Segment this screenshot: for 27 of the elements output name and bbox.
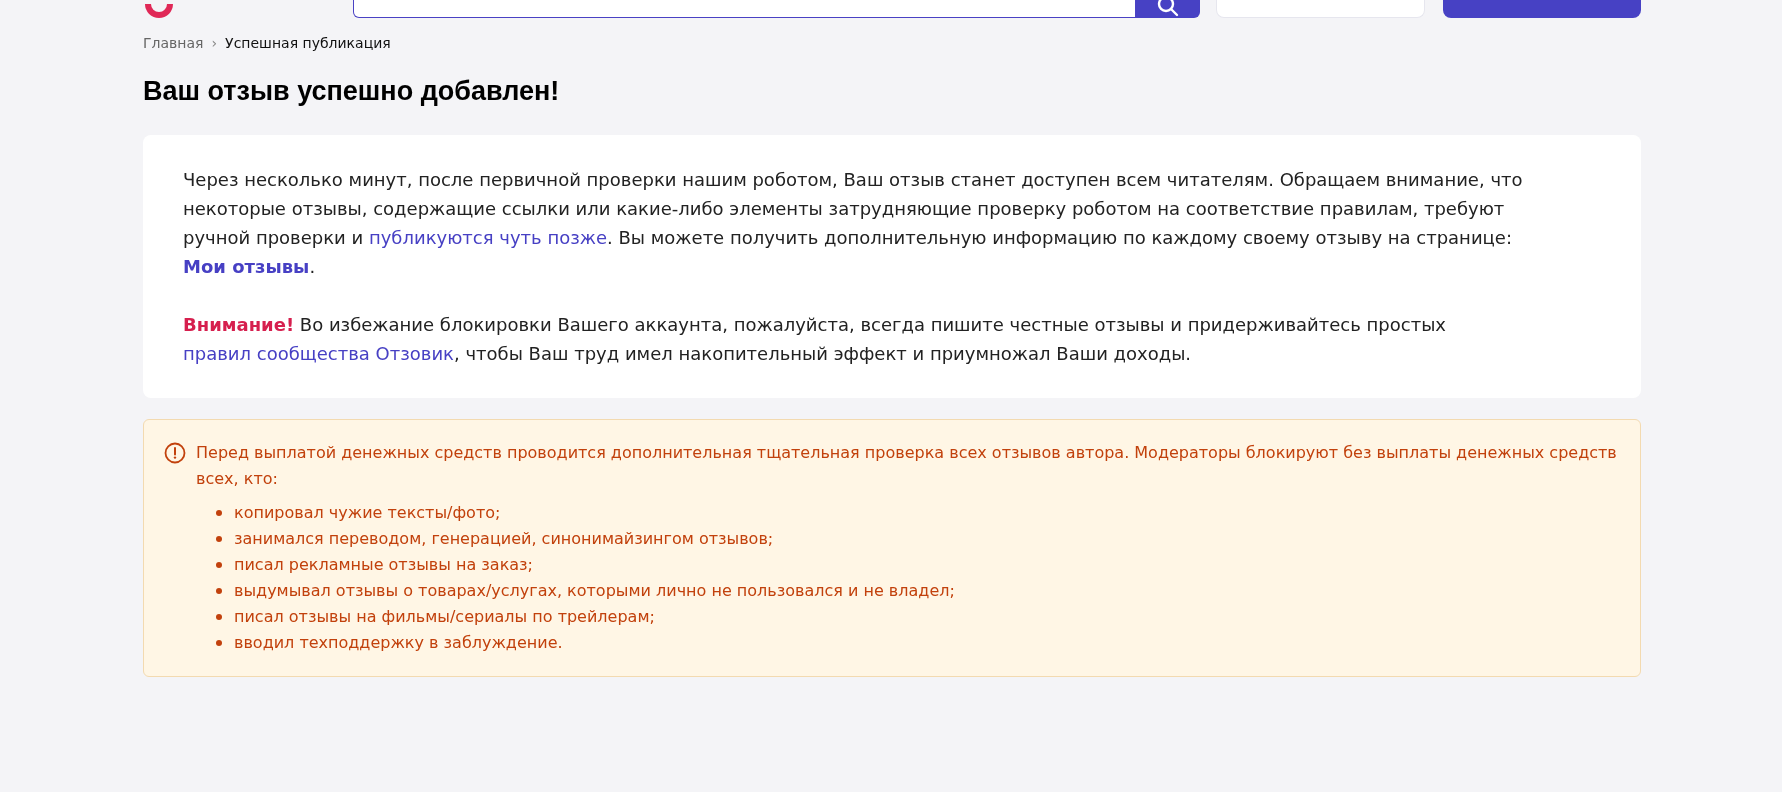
- search-field[interactable]: [352, 0, 1137, 18]
- breadcrumb-current-page: Успешная публикация: [225, 35, 391, 51]
- exclamation-icon: [164, 442, 186, 464]
- search-icon: [1157, 0, 1179, 17]
- notice-item: копировал чужие тексты/фото;: [234, 502, 501, 524]
- page-title: Ваш отзыв успешно добавлен!: [143, 76, 561, 107]
- notice-text: Перед выплатой денежных средств проводится дополнительная тщательная проверка всех отзывов автора. Модераторы блокируют без выплаты денежных средств всех, кто:: [196, 442, 1618, 490]
- logo-icon[interactable]: [145, 4, 173, 18]
- bullet-icon: [216, 562, 222, 568]
- notice-item: писал отзывы на фильмы/сериалы по трейлерам;: [234, 606, 655, 628]
- notice-item: вводил техподдержку в заблуждение.: [234, 632, 563, 654]
- inline-link[interactable]: правил сообщества Отзовик: [183, 343, 454, 364]
- breadcrumb-separator: ›: [211, 35, 218, 51]
- bullet-icon: [216, 510, 222, 516]
- bullet-icon: [216, 640, 222, 646]
- notice-item: выдумывал отзывы о товарах/услугах, которыми лично не пользовался и не владел;: [234, 580, 955, 602]
- inline-link[interactable]: публикуются чуть позже: [368, 227, 608, 248]
- notice-item: писал рекламные отзывы на заказ;: [234, 554, 533, 576]
- notice-item: занимался переводом, генерацией, синонимайзингом отзывов;: [234, 528, 774, 550]
- message-text: Внимание! Во избежание блокировки Вашего аккаунта, пожалуйста, всегда пишите честные отзывы и придерживайтесь простых правил сообщества Отзовик, чтобы Ваш труд имел накопительный эффект и приумножал Ваши доходы.: [183, 313, 1447, 366]
- bullet-icon: [216, 614, 222, 620]
- breadcrumb-link[interactable]: Главная: [143, 35, 204, 51]
- bullet-icon: [216, 536, 222, 542]
- bullet-icon: [216, 588, 222, 594]
- search-button[interactable]: [1136, 0, 1200, 18]
- message-text: Через несколько минут, после первичной проверки нашим роботом, Ваш отзыв станет доступен всем читателям. Обращаем внимание, что некоторые отзывы, содержащие ссылки или какие-либо элементы затрудняющие проверку роботом на соответствие правилам, требуют ручной проверки и публикуются чуть позже. Вы можете получить дополнительную информацию по каждому своему отзыву на странице: Мои отзывы.: [183, 168, 1524, 279]
- inline-link[interactable]: Мои отзывы: [183, 256, 310, 277]
